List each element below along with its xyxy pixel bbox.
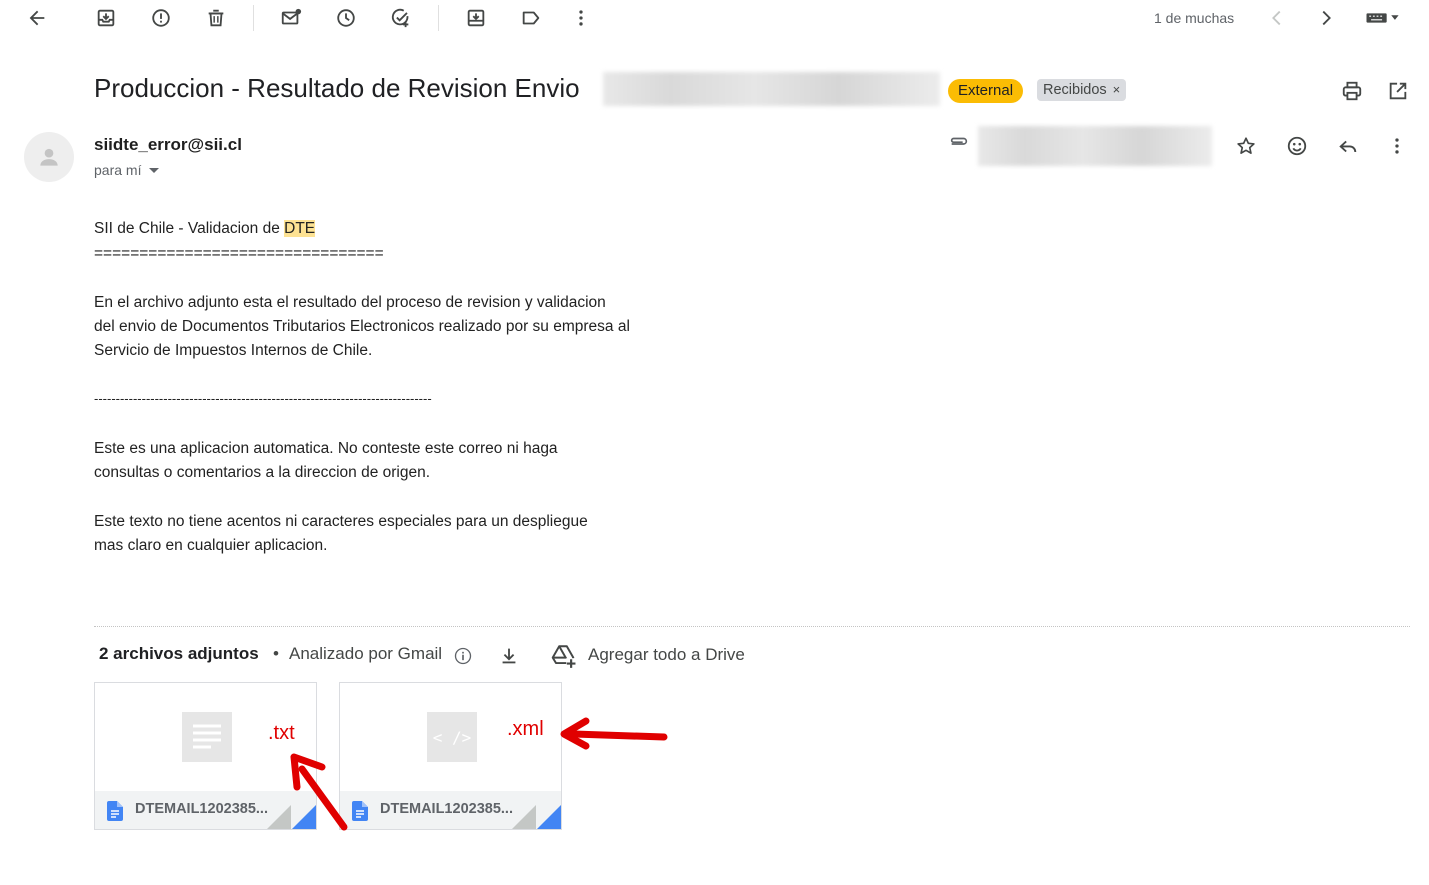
chevron-right-icon[interactable]	[1308, 0, 1344, 36]
scanned-by-gmail: Analizado por Gmail	[289, 644, 443, 663]
open-in-new-window-icon[interactable]	[1380, 73, 1416, 109]
label-icon[interactable]	[513, 0, 549, 36]
more-vert-icon[interactable]	[563, 0, 599, 36]
separator-dot: •	[273, 644, 279, 663]
page-fold	[512, 805, 536, 829]
avatar	[24, 132, 74, 182]
attachment-card-xml[interactable]: < /> DTEMAIL1202385...	[339, 682, 562, 830]
download-all-icon[interactable]	[491, 638, 527, 674]
delete-icon[interactable]	[198, 0, 234, 36]
more-vert-icon[interactable]	[1379, 128, 1415, 164]
toolbar-divider	[253, 5, 254, 31]
redacted-date	[978, 126, 1212, 166]
body-text: SII de Chile - Validacion de	[94, 220, 285, 237]
xml-annotation-label: .xml	[507, 718, 544, 740]
document-icon	[107, 801, 123, 821]
body-line: Servicio de Impuestos Internos de Chile.	[94, 342, 373, 359]
email-subject: Produccion - Resultado de Revision Envio	[94, 73, 580, 103]
back-arrow-icon[interactable]	[19, 0, 55, 36]
external-tag: External	[948, 79, 1024, 103]
inbox-label-chip[interactable]: Recibidos ×	[1037, 79, 1127, 101]
info-icon[interactable]	[445, 638, 481, 674]
redacted-subject-suffix	[603, 72, 940, 106]
message-counter: 1 de muchas	[1154, 10, 1235, 26]
move-to-icon[interactable]	[458, 0, 494, 36]
print-icon[interactable]	[1334, 73, 1370, 109]
body-line: Este es una aplicacion automatica. No co…	[94, 440, 558, 457]
inbox-label-text: Recibidos	[1043, 82, 1107, 98]
text-file-thumbnail	[182, 712, 232, 762]
sender-email[interactable]: siidte_error@sii.cl	[94, 135, 242, 155]
body-line: ----------------------------------------…	[94, 391, 432, 406]
attachments-count: 2 archivos adjuntos	[99, 644, 259, 663]
add-to-drive-icon[interactable]	[545, 638, 581, 674]
annotation-arrow-icon	[560, 717, 668, 750]
attachment-file-name: DTEMAIL1202385...	[135, 801, 268, 817]
reply-icon[interactable]	[1330, 128, 1366, 164]
add-all-to-drive-label[interactable]: Agregar todo a Drive	[588, 645, 745, 665]
txt-annotation-label: .txt	[268, 722, 295, 744]
paperclip-icon	[941, 126, 977, 162]
body-line: del envio de Documentos Tributarios Elec…	[94, 318, 630, 335]
body-line: SII de Chile - Validacion de DTE	[94, 220, 316, 238]
recipient-details-toggle[interactable]: para mí	[94, 162, 160, 178]
archive-icon[interactable]	[88, 0, 124, 36]
add-to-tasks-icon[interactable]	[383, 0, 419, 36]
highlighted-term: DTE	[284, 220, 316, 237]
star-icon[interactable]	[1228, 128, 1264, 164]
body-line: Este texto no tiene acentos ni caractere…	[94, 513, 588, 530]
emoji-reaction-icon[interactable]	[1279, 128, 1315, 164]
code-file-thumbnail: < />	[427, 712, 477, 762]
toolbar-divider	[438, 5, 439, 31]
recipient-label: para mí	[94, 162, 142, 178]
caret-down-icon	[149, 168, 160, 173]
remove-label-icon[interactable]: ×	[1113, 82, 1121, 97]
body-line: mas claro en cualquier aplicacion.	[94, 537, 328, 554]
body-line: consultas o comentarios a la direccion d…	[94, 464, 431, 481]
drive-corner	[537, 805, 561, 829]
mark-unread-icon[interactable]	[273, 0, 309, 36]
report-spam-icon[interactable]	[143, 0, 179, 36]
keyboard-icon[interactable]	[1358, 0, 1408, 36]
text-lines-icon	[193, 724, 221, 749]
attachments-divider	[94, 626, 1410, 627]
annotation-arrow-icon	[290, 753, 348, 831]
snooze-icon[interactable]	[328, 0, 364, 36]
person-icon	[40, 148, 58, 166]
chevron-left-icon[interactable]	[1259, 0, 1295, 36]
body-line: En el archivo adjunto esta el resultado …	[94, 294, 606, 311]
attachment-file-name: DTEMAIL1202385...	[380, 801, 513, 817]
code-brackets-glyph: < />	[432, 727, 472, 747]
body-line: ================================	[94, 245, 384, 262]
